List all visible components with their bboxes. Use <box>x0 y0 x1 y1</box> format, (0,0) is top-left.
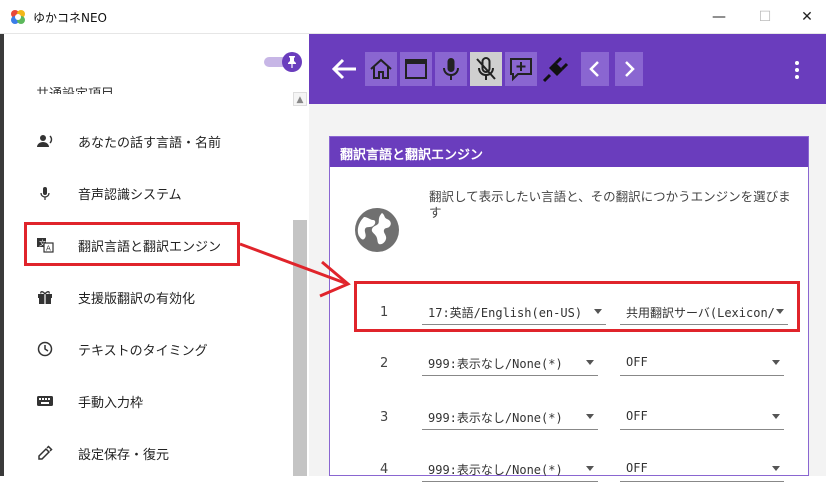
title-bar: ゆかコネNEO — ☐ ✕ <box>0 0 826 34</box>
microphone-off-icon[interactable] <box>470 52 502 86</box>
microphone-icon[interactable] <box>435 52 467 86</box>
more-vert-icon[interactable] <box>787 56 807 84</box>
scroll-up-button[interactable]: ▲ <box>293 92 307 106</box>
app-logo-icon <box>11 10 25 24</box>
sidebar-item-manual-input[interactable]: 手動入力枠 <box>4 376 289 426</box>
dropdown-arrow-icon <box>586 414 594 419</box>
chevron-right-icon[interactable] <box>615 52 643 86</box>
speaker-person-icon <box>36 132 54 150</box>
top-toolbar <box>309 34 826 104</box>
engine-select[interactable]: OFF <box>620 402 784 430</box>
add-comment-icon[interactable] <box>505 52 537 86</box>
dropdown-arrow-icon <box>586 466 594 471</box>
row-number: 3 <box>380 410 389 425</box>
language-select[interactable]: 999:表示なし/None(*) <box>422 348 598 376</box>
sidebar-item-label: 音声認識システム <box>78 187 182 203</box>
annotation-box-sidebar <box>24 222 240 266</box>
row-number: 2 <box>380 356 389 371</box>
dropdown-arrow-icon <box>772 466 780 471</box>
restore-icon <box>36 444 54 462</box>
select-value: OFF <box>626 461 648 475</box>
select-value: OFF <box>626 355 648 369</box>
sidebar-item-label: 設定保存・復元 <box>78 447 170 463</box>
plug-icon[interactable] <box>540 52 572 86</box>
language-select[interactable]: 999:表示なし/None(*) <box>422 454 598 482</box>
sidebar-item-speech-recognition[interactable]: 音声認識システム <box>4 168 289 218</box>
sidebar-item-settings-backup[interactable]: 設定保存・復元 <box>4 428 289 478</box>
translation-row: 2 999:表示なし/None(*) OFF <box>330 342 808 382</box>
sidebar-item-label: あなたの話す言語・名前 <box>78 135 222 151</box>
engine-select[interactable]: OFF <box>620 348 784 376</box>
sidebar-item-text-timing[interactable]: テキストのタイミング <box>4 324 289 374</box>
translation-row: 3 999:表示なし/None(*) OFF <box>330 396 808 436</box>
back-arrow-icon[interactable] <box>329 54 359 84</box>
card-description: 翻訳して表示したい言語と、その翻訳につかうエンジンを選びます <box>429 189 791 220</box>
sidebar-pin-toggle[interactable] <box>262 52 302 72</box>
language-select[interactable]: 999:表示なし/None(*) <box>422 402 598 430</box>
sidebar-item-language-name[interactable]: あなたの話す言語・名前 <box>4 116 289 166</box>
sidebar-item-label: 支援版翻訳の有効化 <box>78 291 196 307</box>
sidebar-scrollbar[interactable] <box>293 220 307 476</box>
dropdown-arrow-icon <box>772 414 780 419</box>
select-value: 999:表示なし/None(*) <box>428 357 563 371</box>
card-title: 翻訳言語と翻訳エンジン <box>330 137 808 167</box>
pin-icon <box>282 52 302 72</box>
sidebar-item-label: テキストのタイミング <box>78 343 208 359</box>
gift-icon <box>36 288 54 306</box>
close-button[interactable]: ✕ <box>784 0 826 34</box>
chevron-left-icon[interactable] <box>581 52 609 86</box>
row-number: 4 <box>380 462 389 477</box>
keyboard-icon <box>36 392 54 410</box>
select-value: 999:表示なし/None(*) <box>428 463 563 477</box>
dropdown-arrow-icon <box>772 360 780 365</box>
engine-select[interactable]: OFF <box>620 454 784 482</box>
window-icon[interactable] <box>400 52 432 86</box>
globe-icon <box>355 208 399 252</box>
translation-row: 4 999:表示なし/None(*) OFF <box>330 448 808 488</box>
sidebar-item-support-translation[interactable]: 支援版翻訳の有効化 <box>4 272 289 322</box>
minimize-button[interactable]: — <box>696 0 742 34</box>
microphone-icon <box>36 184 54 202</box>
home-icon[interactable] <box>365 52 397 86</box>
maximize-button[interactable]: ☐ <box>742 0 788 34</box>
select-value: OFF <box>626 409 648 423</box>
app-title: ゆかコネNEO <box>33 11 108 25</box>
annotation-box-row <box>354 281 800 332</box>
app-window: ゆかコネNEO — ☐ ✕ 共通設定項目 ▲ あなたの話す言語・名前 音声認識シ… <box>0 0 826 482</box>
timer-icon <box>36 340 54 358</box>
dropdown-arrow-icon <box>586 360 594 365</box>
sidebar-item-label: 手動入力枠 <box>78 395 144 411</box>
select-value: 999:表示なし/None(*) <box>428 411 563 425</box>
section-heading: 共通設定項目 <box>36 82 114 94</box>
